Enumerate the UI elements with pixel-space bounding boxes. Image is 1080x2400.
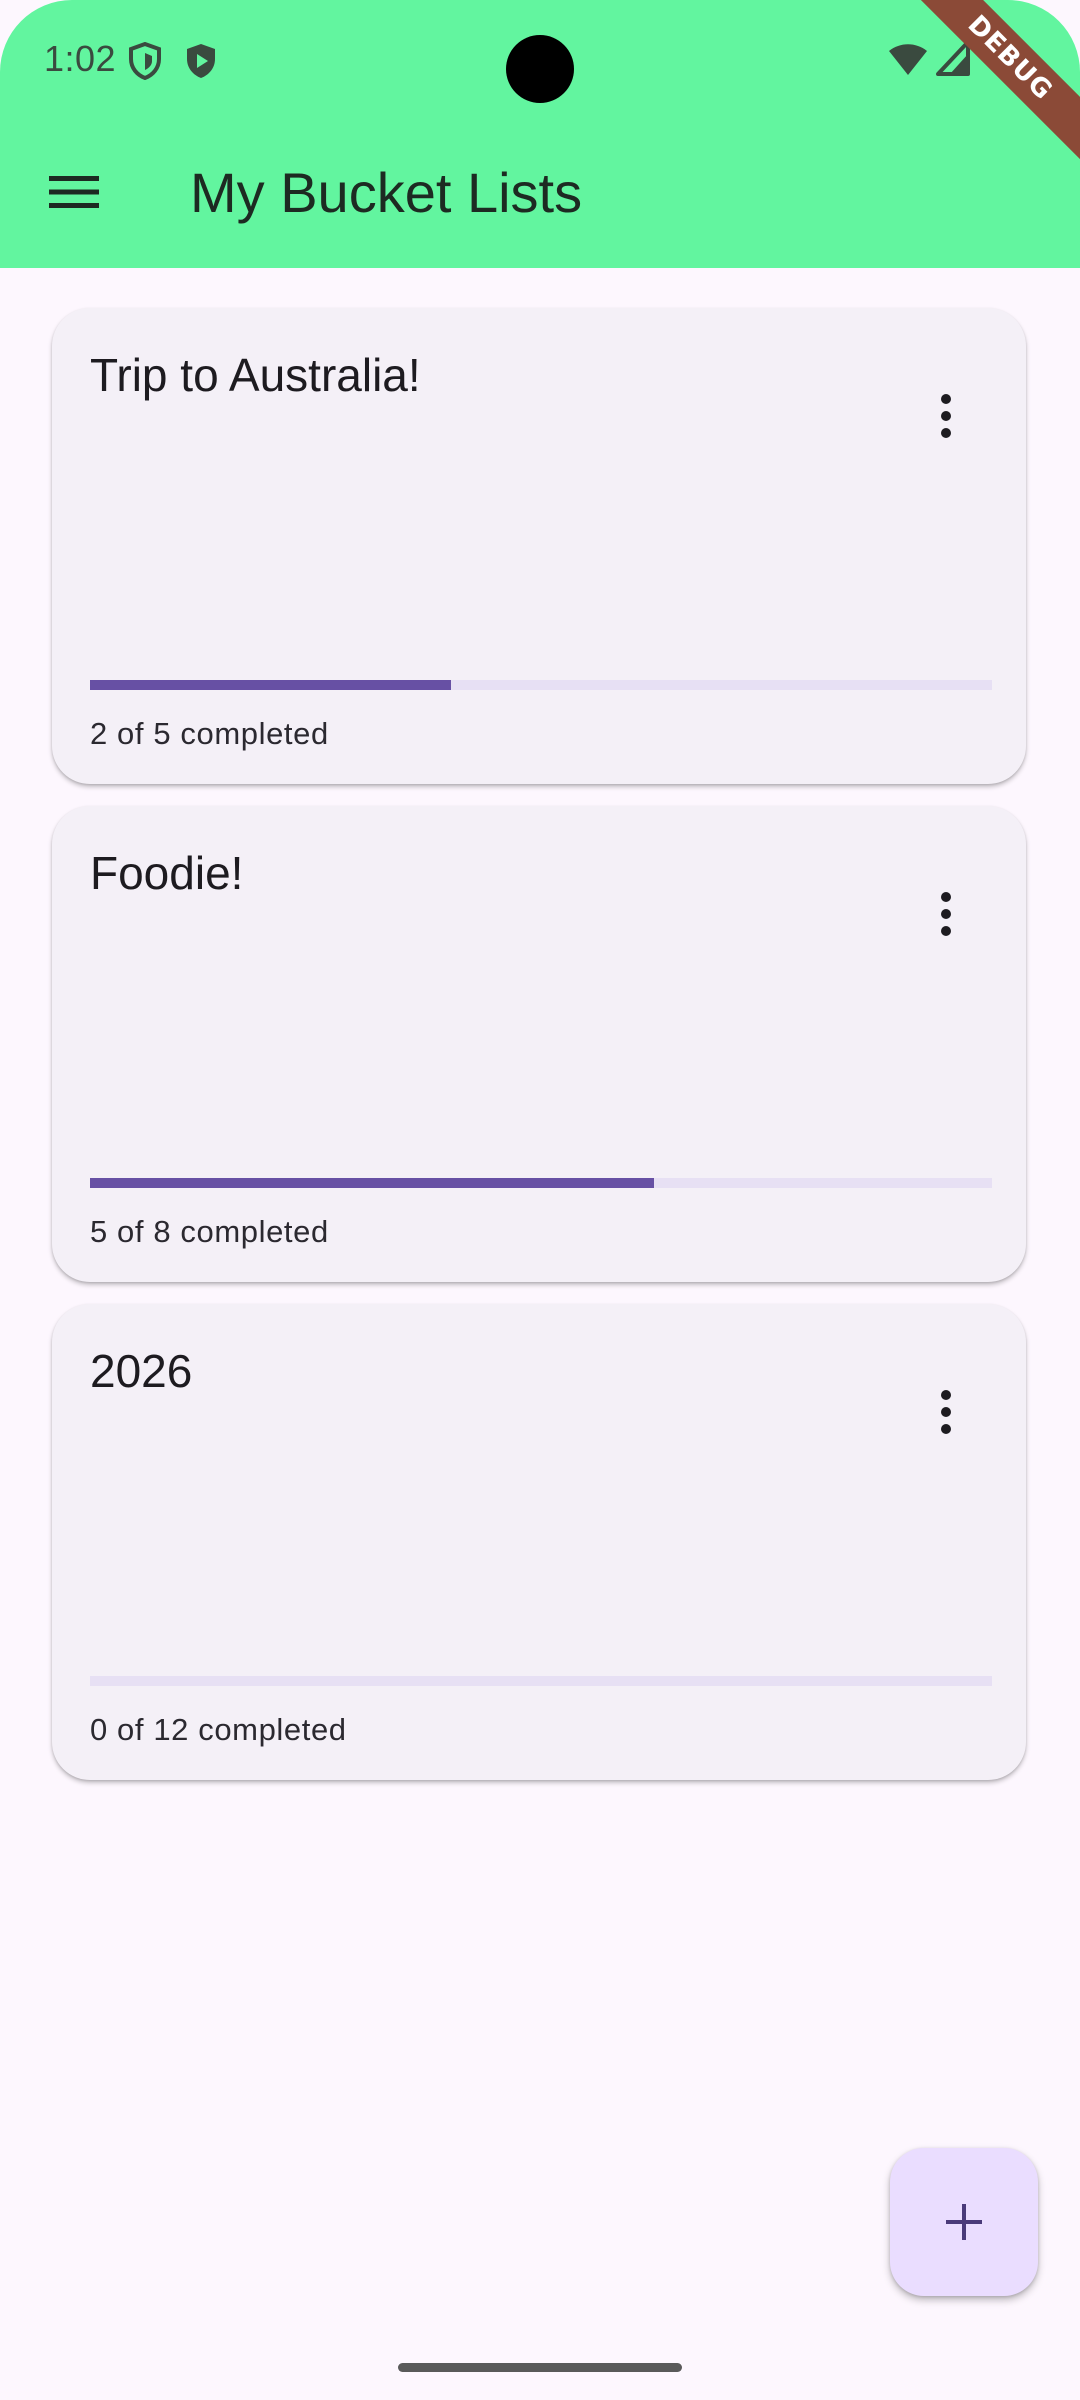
progress-bar	[90, 1676, 992, 1686]
cell-signal-icon	[936, 40, 970, 76]
hamburger-menu-icon	[49, 176, 99, 208]
status-time: 1:02	[44, 38, 117, 79]
card-title: Trip to Australia!	[90, 349, 421, 401]
wifi-icon	[889, 44, 927, 75]
card-title: 2026	[90, 1345, 193, 1397]
add-list-button[interactable]	[890, 2148, 1038, 2296]
progress-text: 0 of 12 completed	[90, 1712, 347, 1747]
card-title: Foodie!	[90, 847, 244, 899]
more-options-button[interactable]	[916, 1382, 976, 1442]
progress-text: 5 of 8 completed	[90, 1214, 329, 1249]
bucket-list-card[interactable]: Trip to Australia! 2 of 5 completed	[52, 308, 1026, 784]
more-vert-icon	[941, 1390, 951, 1434]
gesture-handle[interactable]	[398, 2363, 682, 2372]
progress-fill	[90, 1178, 654, 1188]
more-vert-icon	[941, 892, 951, 936]
progress-bar	[90, 680, 992, 690]
more-vert-icon	[941, 394, 951, 438]
debug-banner: DEBUG	[895, 0, 1080, 173]
progress-bar	[90, 1178, 992, 1188]
app-screen: 1:02 DEBUG My Bucket Lists Trip to Austr…	[0, 0, 1080, 2400]
more-options-button[interactable]	[916, 386, 976, 446]
menu-button[interactable]	[40, 158, 108, 226]
shield-outline-icon	[129, 42, 161, 80]
bucket-list-card[interactable]: Foodie! 5 of 8 completed	[52, 806, 1026, 1282]
bucket-list-card[interactable]: 2026 0 of 12 completed	[52, 1304, 1026, 1780]
more-options-button[interactable]	[916, 884, 976, 944]
app-bar: 1:02 DEBUG My Bucket Lists	[0, 0, 1080, 268]
progress-text: 2 of 5 completed	[90, 716, 329, 751]
app-title: My Bucket Lists	[190, 161, 583, 224]
play-protect-icon	[187, 44, 215, 78]
progress-fill	[90, 680, 451, 690]
plus-icon	[946, 2204, 982, 2240]
camera-cutout	[506, 35, 574, 103]
